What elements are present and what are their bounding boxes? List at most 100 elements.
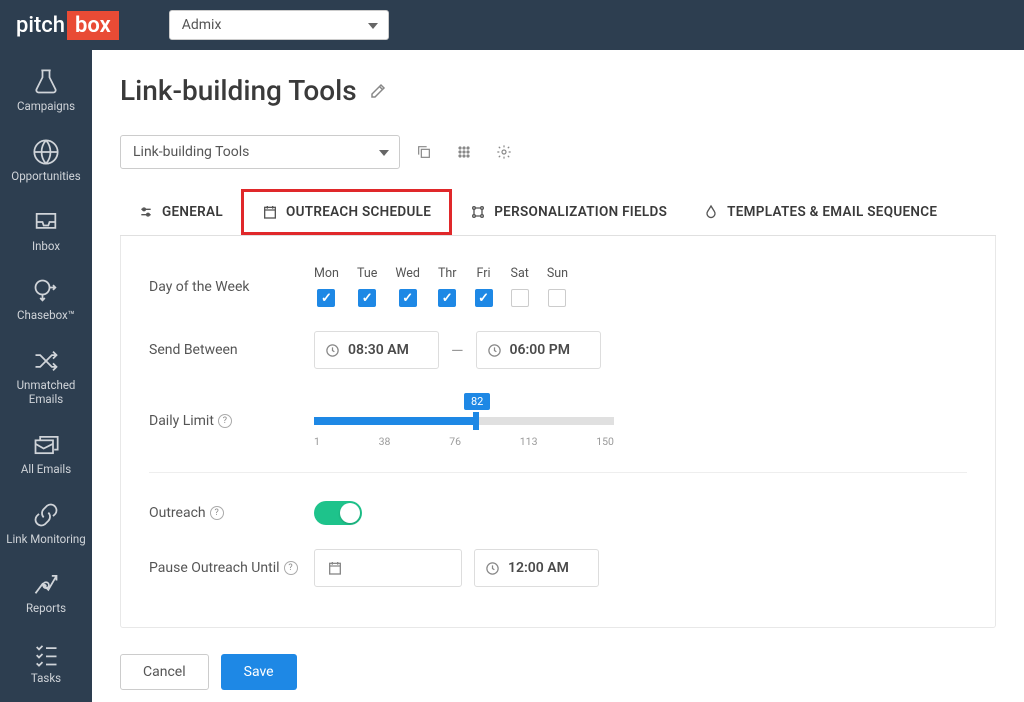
time-separator: — [451, 341, 464, 360]
main-content: Link-building Tools Link-building Tools … [92, 50, 1024, 702]
sidebar-item-unmatched[interactable]: Unmatched Emails [0, 341, 92, 413]
end-time-value: 06:00 PM [510, 342, 571, 358]
start-time-input[interactable]: 08:30 AM [314, 331, 439, 369]
day-checkbox[interactable] [548, 289, 566, 307]
day-abbr: Wed [395, 266, 420, 281]
campaign-select-value: Link-building Tools [133, 144, 249, 160]
pause-time-value: 12:00 AM [508, 560, 569, 576]
gear-icon[interactable] [488, 136, 520, 168]
slider-tick: 113 [520, 435, 538, 448]
day-column: Mon [314, 266, 339, 307]
tab-label: TEMPLATES & EMAIL SEQUENCE [727, 204, 937, 220]
sidebar-item-campaigns[interactable]: Campaigns [15, 62, 77, 120]
tab-personalization[interactable]: PERSONALIZATION FIELDS [452, 189, 685, 235]
help-icon[interactable]: ? [284, 561, 298, 575]
day-abbr: Sat [511, 266, 529, 281]
days-container: Mon Tue Wed Thr Fri Sat Sun [314, 266, 568, 307]
nodes-icon [470, 204, 486, 220]
save-button[interactable]: Save [221, 654, 297, 690]
day-checkbox[interactable] [438, 289, 456, 307]
logo-box: box [67, 11, 119, 40]
daily-limit-slider[interactable]: 82 13876113150 [314, 393, 614, 448]
drop-icon [703, 204, 719, 220]
calendar-icon [262, 204, 278, 220]
day-checkbox[interactable] [475, 289, 493, 307]
brand-logo: pitch box [16, 11, 119, 40]
org-select[interactable]: Admix [169, 10, 389, 40]
day-abbr: Mon [314, 266, 339, 281]
sidebar-item-label: Tasks [31, 672, 61, 686]
tab-templates[interactable]: TEMPLATES & EMAIL SEQUENCE [685, 189, 955, 235]
slider-track [314, 417, 614, 425]
day-column: Thr [438, 266, 457, 307]
slider-tick: 150 [596, 435, 614, 448]
sidebar-item-tasks[interactable]: Tasks [29, 634, 63, 692]
day-checkbox[interactable] [358, 289, 376, 307]
slider-tick: 38 [379, 435, 391, 448]
day-abbr: Sun [547, 266, 568, 281]
sidebar-item-all-emails[interactable]: All Emails [19, 425, 73, 483]
chase-icon [32, 277, 60, 305]
help-icon[interactable]: ? [210, 506, 224, 520]
edit-icon[interactable] [369, 82, 387, 100]
sidebar-item-label: Chasebox™ [17, 309, 75, 323]
sidebar-item-label: Campaigns [17, 100, 75, 114]
tab-general[interactable]: GENERAL [120, 189, 241, 235]
campaign-select[interactable]: Link-building Tools [120, 135, 400, 169]
tasks-icon [32, 640, 60, 668]
day-abbr: Thr [438, 266, 457, 281]
day-column: Fri [475, 266, 493, 307]
help-icon[interactable]: ? [218, 414, 232, 428]
pause-date-input[interactable] [314, 549, 462, 587]
duplicate-icon[interactable] [408, 136, 440, 168]
cancel-button[interactable]: Cancel [120, 654, 209, 690]
day-of-week-label: Day of the Week [149, 279, 314, 295]
pause-outreach-label: Pause Outreach Until ? [149, 560, 314, 576]
day-column: Sat [511, 266, 529, 307]
org-select-value: Admix [182, 17, 222, 33]
clock-icon [487, 343, 502, 358]
pause-time-input[interactable]: 12:00 AM [474, 549, 599, 587]
sidebar-item-label: Inbox [32, 240, 60, 254]
day-checkbox[interactable] [399, 289, 417, 307]
slider-fill [314, 417, 476, 425]
slider-ticks: 13876113150 [314, 435, 614, 448]
day-abbr: Tue [357, 266, 377, 281]
sidebar-item-label: Unmatched Emails [2, 379, 90, 407]
sidebar-item-inbox[interactable]: Inbox [30, 202, 62, 260]
outreach-label: Outreach ? [149, 505, 314, 521]
slider-value-badge: 82 [464, 393, 490, 410]
day-checkbox[interactable] [511, 289, 529, 307]
globe-icon [32, 138, 60, 166]
grid-icon[interactable] [448, 136, 480, 168]
sidebar-item-label: All Emails [21, 463, 71, 477]
end-time-input[interactable]: 06:00 PM [476, 331, 601, 369]
settings-panel: Day of the Week Mon Tue Wed Thr Fri Sat Sun Se… [120, 236, 996, 628]
topbar: pitch box Admix [0, 0, 1024, 50]
day-column: Tue [357, 266, 377, 307]
flask-icon [32, 68, 60, 96]
link-icon [32, 501, 60, 529]
sidebar-item-link-monitoring[interactable]: Link Monitoring [4, 495, 87, 553]
outreach-toggle[interactable] [314, 501, 362, 525]
sidebar: Campaigns Opportunities Inbox Chasebox™ … [0, 50, 92, 702]
send-between-label: Send Between [149, 342, 314, 358]
sidebar-item-label: Link Monitoring [6, 533, 85, 547]
day-checkbox[interactable] [317, 289, 335, 307]
sidebar-item-reports[interactable]: Reports [24, 564, 68, 622]
calendar-icon [327, 560, 343, 576]
sidebar-item-label: Reports [26, 602, 66, 616]
tab-outreach-schedule[interactable]: OUTREACH SCHEDULE [241, 189, 452, 235]
day-abbr: Fri [477, 266, 491, 281]
logo-pitch: pitch [16, 13, 65, 38]
tab-label: OUTREACH SCHEDULE [286, 204, 431, 220]
inbox-icon [32, 208, 60, 236]
emails-icon [32, 431, 60, 459]
start-time-value: 08:30 AM [348, 342, 409, 358]
sidebar-item-chasebox[interactable]: Chasebox™ [15, 271, 77, 329]
clock-icon [325, 343, 340, 358]
tab-label: PERSONALIZATION FIELDS [494, 204, 667, 220]
clock-icon [485, 561, 500, 576]
sidebar-item-opportunities[interactable]: Opportunities [9, 132, 82, 190]
slider-thumb[interactable] [473, 412, 479, 430]
